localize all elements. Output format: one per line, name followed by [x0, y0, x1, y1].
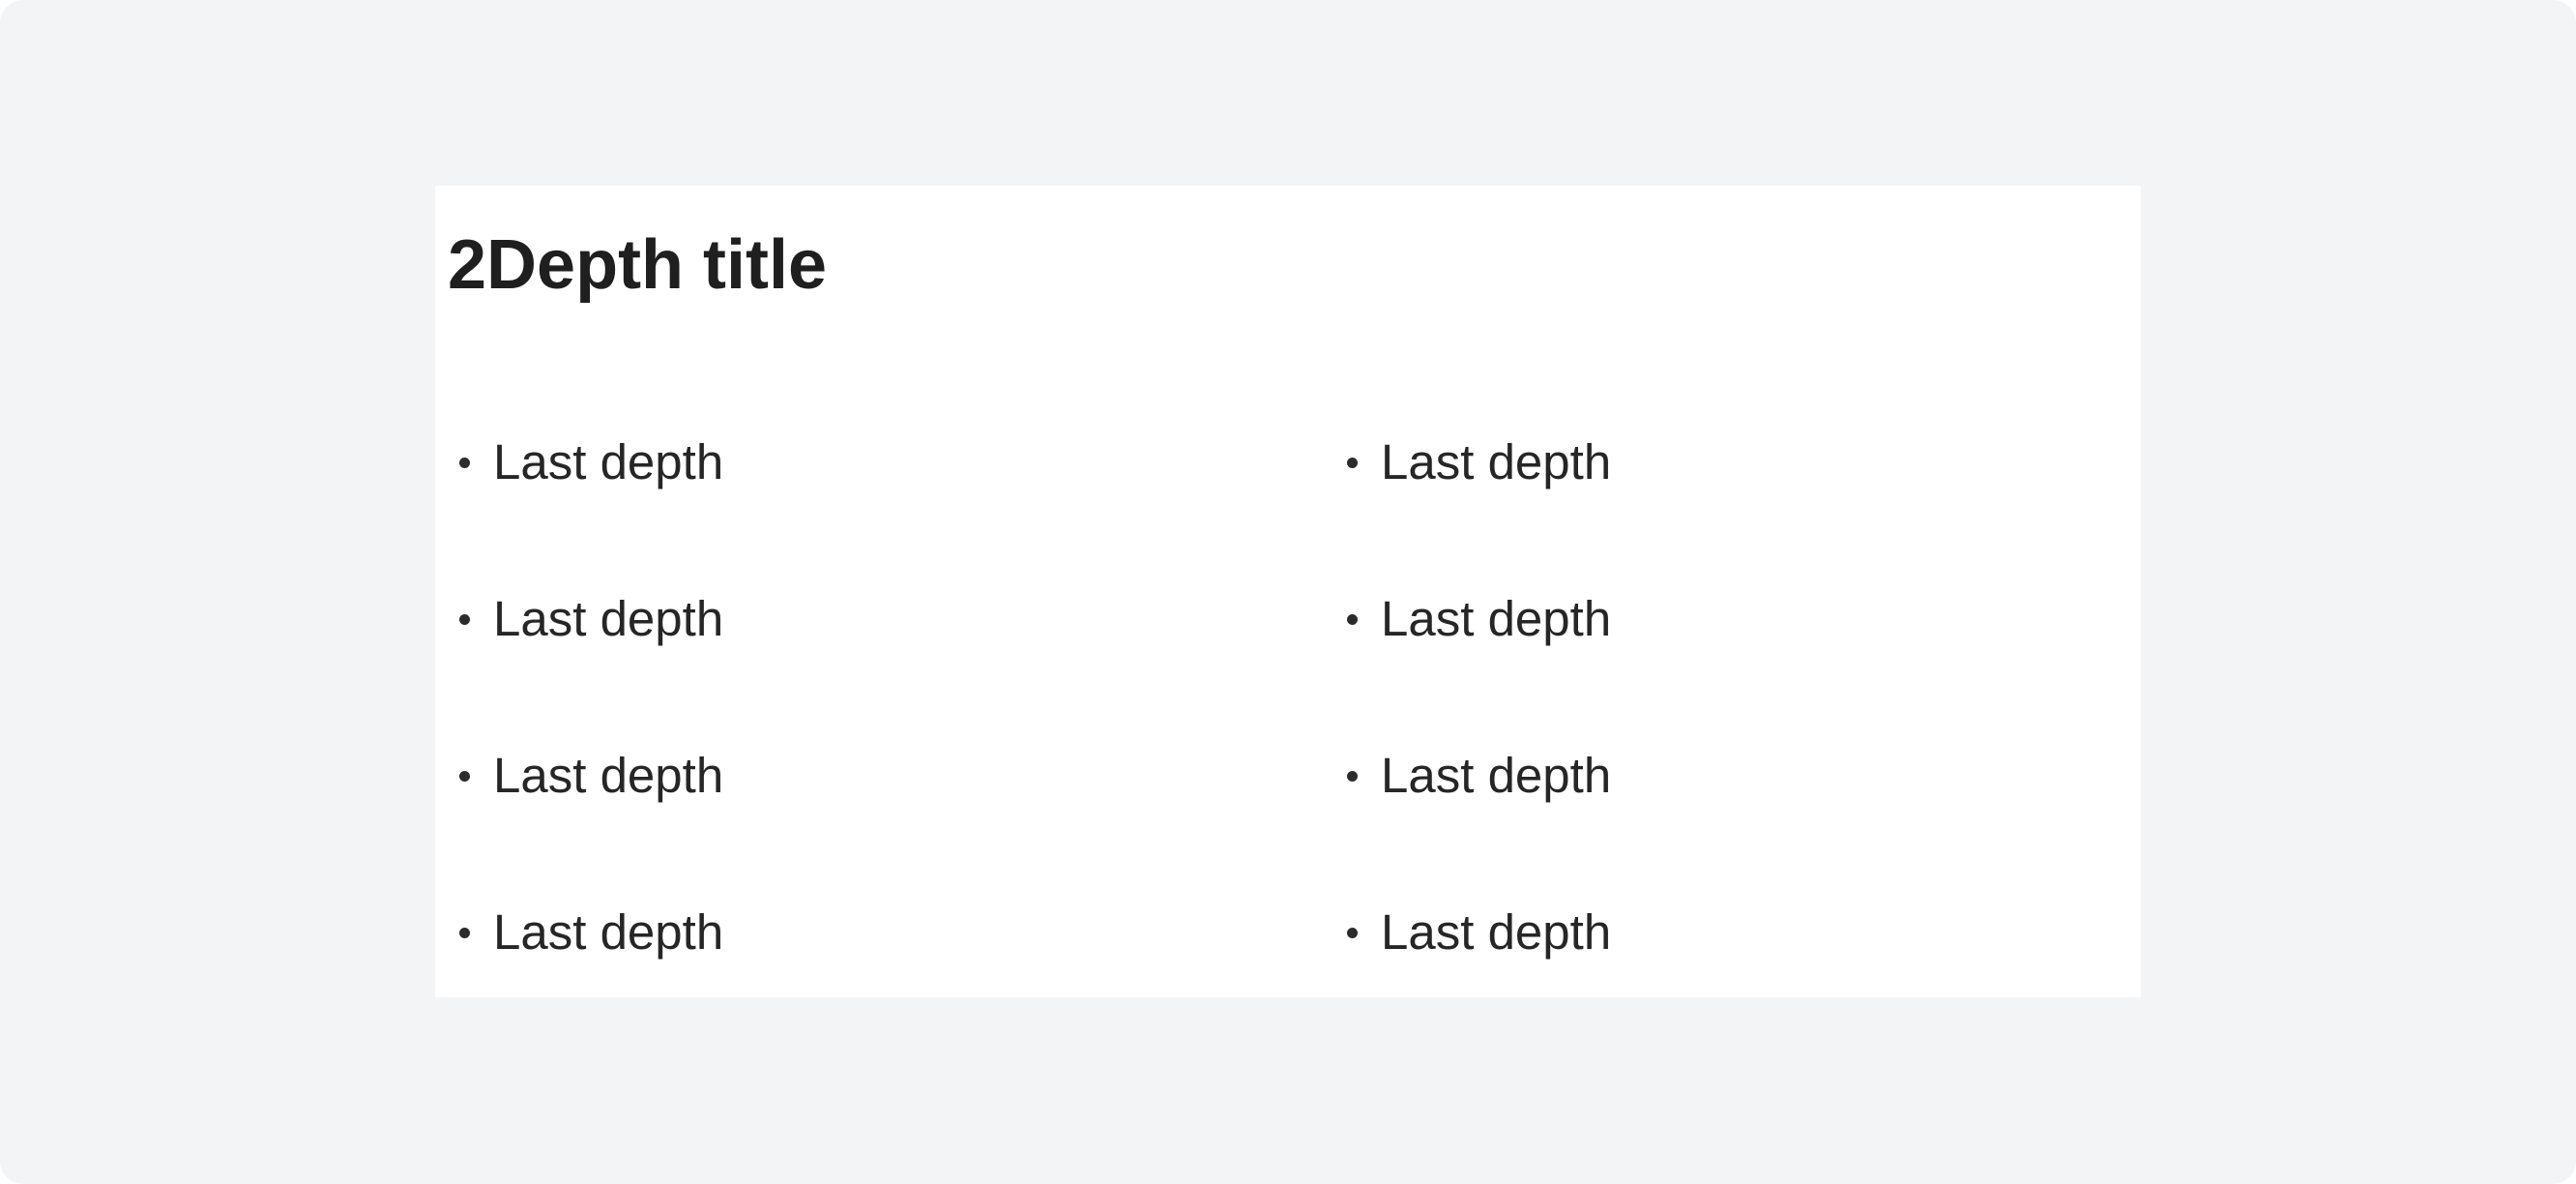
- menu-item[interactable]: Last depth: [1347, 899, 1611, 966]
- menu-item-label: Last depth: [493, 591, 724, 646]
- menu-panel: 2Depth title Last depth Last depth Last …: [435, 186, 2141, 997]
- menu-item-label: Last depth: [1381, 904, 1612, 960]
- section-title: 2Depth title: [448, 226, 828, 304]
- bullet-icon: [459, 613, 470, 625]
- bullet-icon: [1347, 927, 1358, 938]
- menu-item-label: Last depth: [1381, 434, 1612, 489]
- page-background: 2Depth title Last depth Last depth Last …: [0, 0, 2576, 1184]
- menu-item[interactable]: Last depth: [1347, 429, 1611, 496]
- menu-item-label: Last depth: [493, 748, 724, 803]
- menu-item-label: Last depth: [493, 904, 724, 960]
- menu-item[interactable]: Last depth: [459, 742, 723, 810]
- menu-item-label: Last depth: [493, 434, 724, 489]
- menu-item-label: Last depth: [1381, 591, 1612, 646]
- bullet-icon: [1347, 613, 1358, 625]
- bullet-icon: [1347, 770, 1358, 782]
- menu-item[interactable]: Last depth: [1347, 585, 1611, 653]
- menu-item-label: Last depth: [1381, 748, 1612, 803]
- menu-item[interactable]: Last depth: [459, 429, 723, 496]
- menu-item[interactable]: Last depth: [459, 585, 723, 653]
- bullet-icon: [459, 457, 470, 468]
- bullet-icon: [459, 927, 470, 938]
- menu-item[interactable]: Last depth: [459, 899, 723, 966]
- bullet-icon: [459, 770, 470, 782]
- bullet-icon: [1347, 457, 1358, 468]
- menu-item[interactable]: Last depth: [1347, 742, 1611, 810]
